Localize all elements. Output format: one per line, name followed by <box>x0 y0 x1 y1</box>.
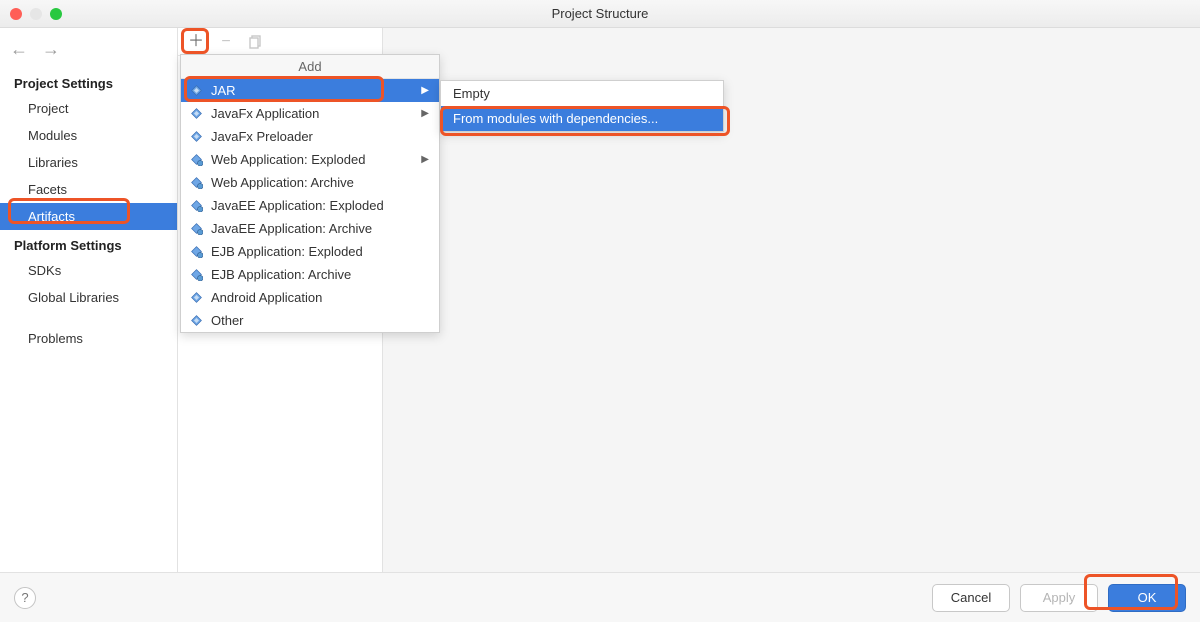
sidebar-item-sdks[interactable]: SDKs <box>0 257 177 284</box>
chevron-right-icon: ▶ <box>421 108 429 119</box>
titlebar: Project Structure <box>0 0 1200 28</box>
artifact-type-icon <box>189 291 203 305</box>
artifact-type-icon <box>189 222 203 236</box>
add-dropdown: Add JAR ▶ JavaFx Application ▶ JavaFx Preloa… <box>180 54 440 333</box>
add-dropdown-header: Add <box>181 55 439 79</box>
jar-submenu: EmptyFrom modules with dependencies... <box>440 80 724 132</box>
dd-item-web-application-exploded[interactable]: Web Application: Exploded ▶ <box>181 148 439 171</box>
artifact-type-icon <box>189 176 203 190</box>
dd-item-javafx-application[interactable]: JavaFx Application ▶ <box>181 102 439 125</box>
artifact-type-icon <box>189 107 203 121</box>
dd-item-web-application-archive[interactable]: Web Application: Archive <box>181 171 439 194</box>
artifact-type-icon <box>189 245 203 259</box>
dd-item-label: EJB Application: Archive <box>211 267 429 282</box>
sidebar-item-global-libraries[interactable]: Global Libraries <box>0 284 177 311</box>
remove-button: − <box>216 32 236 52</box>
dd-item-label: JavaEE Application: Exploded <box>211 198 429 213</box>
dd-item-jar[interactable]: JAR ▶ <box>181 79 439 102</box>
dd-item-android-application[interactable]: Android Application <box>181 286 439 309</box>
sidebar-item-modules[interactable]: Modules <box>0 122 177 149</box>
window-title: Project Structure <box>0 6 1200 21</box>
sidebar: ← → Project Settings Project Modules Lib… <box>0 28 178 572</box>
artifacts-toolbar: ＋ − <box>178 28 382 56</box>
dd-item-javaee-application-archive[interactable]: JavaEE Application: Archive <box>181 217 439 240</box>
artifact-type-icon <box>189 199 203 213</box>
dd-item-ejb-application-archive[interactable]: EJB Application: Archive <box>181 263 439 286</box>
dd-item-label: JAR <box>211 83 409 98</box>
dd-item-label: EJB Application: Exploded <box>211 244 429 259</box>
artifact-type-icon <box>189 314 203 328</box>
chevron-right-icon: ▶ <box>421 85 429 96</box>
help-button[interactable]: ? <box>14 587 36 609</box>
dd-item-label: JavaFx Preloader <box>211 129 429 144</box>
ok-button[interactable]: OK <box>1108 584 1186 612</box>
history-nav: ← → <box>0 34 177 68</box>
dd-item-label: Web Application: Archive <box>211 175 429 190</box>
sidebar-item-problems[interactable]: Problems <box>0 325 177 352</box>
apply-button: Apply <box>1020 584 1098 612</box>
section-platform-settings: Platform Settings <box>0 230 177 257</box>
forward-icon: → <box>42 40 60 58</box>
sidebar-item-facets[interactable]: Facets <box>0 176 177 203</box>
dd-item-label: Android Application <box>211 290 429 305</box>
sub-item-empty[interactable]: Empty <box>441 81 723 106</box>
dd-item-label: JavaFx Application <box>211 106 409 121</box>
dd-item-label: Other <box>211 313 429 328</box>
artifact-type-icon <box>189 268 203 282</box>
sidebar-item-project[interactable]: Project <box>0 95 177 122</box>
chevron-right-icon: ▶ <box>421 154 429 165</box>
dd-item-ejb-application-exploded[interactable]: EJB Application: Exploded <box>181 240 439 263</box>
sidebar-item-artifacts[interactable]: Artifacts <box>0 203 177 230</box>
back-icon[interactable]: ← <box>10 40 28 58</box>
dd-item-javafx-preloader[interactable]: JavaFx Preloader <box>181 125 439 148</box>
add-button[interactable]: ＋ <box>186 32 206 52</box>
artifact-type-icon <box>189 84 203 98</box>
dd-item-label: Web Application: Exploded <box>211 152 409 167</box>
cancel-button[interactable]: Cancel <box>932 584 1010 612</box>
sidebar-item-libraries[interactable]: Libraries <box>0 149 177 176</box>
copy-button <box>246 32 266 52</box>
dd-item-label: JavaEE Application: Archive <box>211 221 429 236</box>
sub-item-from-modules-with-dependencies[interactable]: From modules with dependencies... <box>441 106 723 131</box>
artifact-type-icon <box>189 153 203 167</box>
dd-item-javaee-application-exploded[interactable]: JavaEE Application: Exploded <box>181 194 439 217</box>
bottombar: ? Cancel Apply OK <box>0 572 1200 622</box>
artifact-type-icon <box>189 130 203 144</box>
dd-item-other[interactable]: Other <box>181 309 439 332</box>
section-project-settings: Project Settings <box>0 68 177 95</box>
